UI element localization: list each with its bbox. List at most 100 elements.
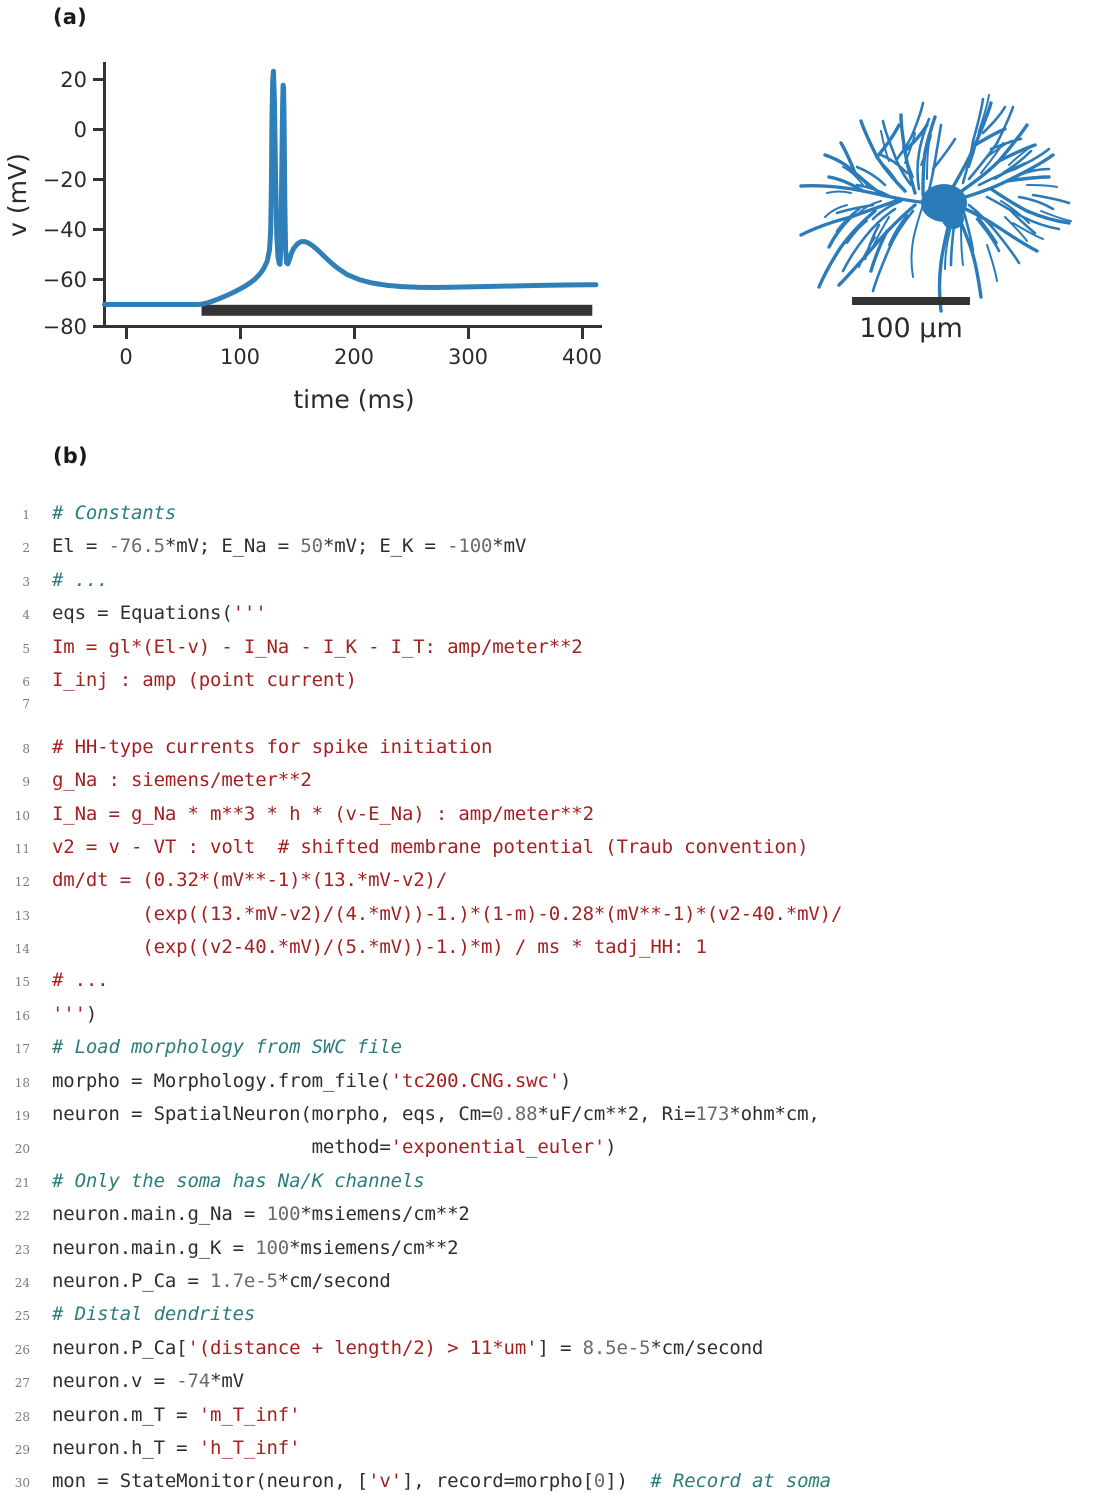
code-line-number: 6 — [22, 674, 30, 689]
code-token-comment: # ... — [52, 568, 109, 591]
code-token-comment: # Distal dendrites — [52, 1303, 256, 1326]
code-token-plain: neuron.m_T = — [52, 1403, 199, 1426]
code-token-num: 100 — [266, 1203, 301, 1226]
code-line: 3 # ... — [0, 564, 1095, 597]
code-line: 17 # Load morphology from SWC file — [0, 1031, 1095, 1064]
code-token-str: (exp((v2-40.*mV)/(5.*mV))-1.)*m) / ms * … — [52, 936, 707, 959]
code-token-plain: ) — [85, 1002, 98, 1025]
code-line-number: 16 — [14, 1008, 30, 1023]
code-line: 6 I_inj : amp (point current) — [0, 664, 1095, 697]
code-line: 27 neuron.v = -74*mV — [0, 1365, 1095, 1398]
code-line-number: 22 — [14, 1209, 30, 1224]
code-token-comment: # Constants — [52, 502, 177, 524]
code-line: 25 # Distal dendrites — [0, 1298, 1095, 1331]
code-token-str: 'h_T_inf' — [198, 1436, 301, 1459]
code-line: 8 # HH-type currents for spike initiation — [0, 731, 1095, 764]
y-tick-label: −80 — [43, 315, 87, 339]
code-line: 2 El = -76.5*mV; E_Na = 50*mV; E_K = -100… — [0, 530, 1095, 563]
code-line-number: 5 — [22, 641, 30, 656]
code-token-str: g_Na : siemens/meter**2 — [52, 769, 312, 792]
panel-b-label: (b) — [53, 444, 88, 468]
voltage-trace-chart: 20 0 −20 −40 −60 −80 0 100 200 300 400 t… — [0, 30, 640, 430]
y-tick-label: −40 — [43, 218, 87, 242]
x-tick-label: 100 — [220, 345, 260, 369]
code-line-number: 19 — [14, 1109, 30, 1124]
code-line-text: (exp((v2-40.*mV)/(5.*mV))-1.)*m) / ms * … — [30, 931, 707, 964]
y-tick-label: −60 — [43, 268, 87, 292]
code-token-num: -74 — [176, 1370, 211, 1393]
code-token-plain: *cm/second — [277, 1269, 391, 1292]
code-line-text: g_Na : siemens/meter**2 — [30, 764, 312, 797]
code-line-number: 30 — [14, 1476, 30, 1491]
code-line-text: I_Na = g_Na * m**3 * h * (v-E_Na) : amp/… — [30, 798, 594, 831]
code-line-number: 13 — [14, 908, 30, 923]
code-line-text: mon = StateMonitor(neuron, ['v'], record… — [30, 1465, 831, 1498]
code-token-plain: *mV — [210, 1370, 244, 1393]
morphology-svg: 100 µm — [799, 94, 1072, 344]
code-token-plain: ]) — [605, 1470, 651, 1493]
y-tick-labels: 20 0 −20 −40 −60 −80 — [43, 68, 87, 339]
code-token-plain: neuron = SpatialNeuron(morpho, eqs, Cm= — [52, 1103, 493, 1126]
code-token-num: 0 — [593, 1470, 606, 1493]
code-line-text: neuron.h_T = 'h_T_inf' — [30, 1432, 301, 1465]
code-line-text: neuron.P_Ca = 1.7e-5*cm/second — [30, 1265, 391, 1298]
code-token-plain: neuron.main.g_K = — [52, 1236, 256, 1259]
code-line-text: # ... — [30, 564, 109, 597]
code-token-plain: neuron.P_Ca[ — [52, 1336, 188, 1359]
code-token-str: I_Na = g_Na * m**3 * h * (v-E_Na) : amp/… — [52, 802, 594, 825]
code-line: 15 # ... — [0, 964, 1095, 997]
code-line-number: 25 — [14, 1309, 30, 1324]
code-token-plain: *cm/second — [650, 1336, 764, 1359]
code-line: 12 dm/dt = (0.32*(mV**-1)*(13.*mV-v2)/ — [0, 864, 1095, 897]
code-line-text: # Load morphology from SWC file — [30, 1031, 402, 1064]
panel-a: (a) 20 0 −20 −40 −60 −80 0 100 200 300 4… — [0, 0, 1095, 430]
code-token-num: 8.5e-5 — [582, 1336, 651, 1359]
y-tick-label: 20 — [60, 68, 87, 92]
code-token-str: 'exponential_euler' — [390, 1136, 606, 1159]
scale-bar — [852, 297, 970, 305]
code-line-text: neuron.main.g_Na = 100*msiemens/cm**2 — [30, 1198, 470, 1231]
code-token-str: (exp((13.*mV-v2)/(4.*mV))-1.)*(1-m)-0.28… — [52, 902, 843, 925]
code-line-number: 10 — [14, 808, 30, 823]
code-token-plain: neuron.h_T = — [52, 1436, 199, 1459]
code-token-str: ''' — [52, 1002, 86, 1025]
code-line: 28 neuron.m_T = 'm_T_inf' — [0, 1399, 1095, 1432]
code-token-num: 50 — [300, 535, 323, 558]
code-token-comment: # Record at soma — [650, 1470, 831, 1493]
code-token-str: 'm_T_inf' — [198, 1403, 301, 1426]
soma-lobe — [942, 209, 964, 229]
code-line-number: 1 — [22, 508, 30, 522]
code-line: 4 eqs = Equations(''' — [0, 597, 1095, 630]
code-line: 20 method='exponential_euler') — [0, 1131, 1095, 1164]
code-line-text: dm/dt = (0.32*(mV**-1)*(13.*mV-v2)/ — [30, 864, 447, 897]
x-tick-label: 400 — [562, 345, 602, 369]
code-line-number: 11 — [14, 841, 30, 856]
code-line: 14 (exp((v2-40.*mV)/(5.*mV))-1.)*m) / ms… — [0, 931, 1095, 964]
x-tick-label: 300 — [448, 345, 488, 369]
code-token-plain: *ohm*cm, — [729, 1103, 820, 1126]
code-token-plain: method= — [52, 1136, 391, 1159]
code-line: 23 neuron.main.g_K = 100*msiemens/cm**2 — [0, 1232, 1095, 1265]
code-line-number: 21 — [14, 1175, 30, 1190]
code-line-number: 8 — [22, 741, 30, 756]
code-token-plain: *mV; E_K = — [322, 535, 448, 558]
code-line-text: Im = gl*(El-v) - I_Na - I_K - I_T: amp/m… — [30, 631, 583, 664]
code-token-plain: ) — [560, 1069, 572, 1092]
code-line-number: 7 — [22, 697, 30, 712]
y-tick-label: 0 — [74, 118, 87, 142]
code-token-plain: neuron.v = — [52, 1370, 177, 1393]
y-tick-label: −20 — [43, 168, 87, 192]
code-token-plain: ) — [605, 1136, 617, 1159]
code-line-text: El = -76.5*mV; E_Na = 50*mV; E_K = -100*… — [30, 530, 526, 563]
code-line: 9 g_Na : siemens/meter**2 — [0, 764, 1095, 797]
code-line-text: # Only the soma has Na/K channels — [30, 1165, 425, 1198]
code-line: 10 I_Na = g_Na * m**3 * h * (v-E_Na) : am… — [0, 798, 1095, 831]
code-line-number: 23 — [14, 1242, 30, 1257]
code-line: 30 mon = StateMonitor(neuron, ['v'], reco… — [0, 1465, 1095, 1498]
code-token-plain: ] = — [537, 1336, 583, 1359]
code-line-number: 24 — [14, 1275, 30, 1290]
code-token-plain: *uF/cm**2, Ri= — [537, 1103, 696, 1126]
code-token-str: 'v' — [368, 1470, 402, 1493]
code-line-number: 12 — [14, 875, 30, 890]
code-token-plain: *mV — [492, 535, 527, 558]
